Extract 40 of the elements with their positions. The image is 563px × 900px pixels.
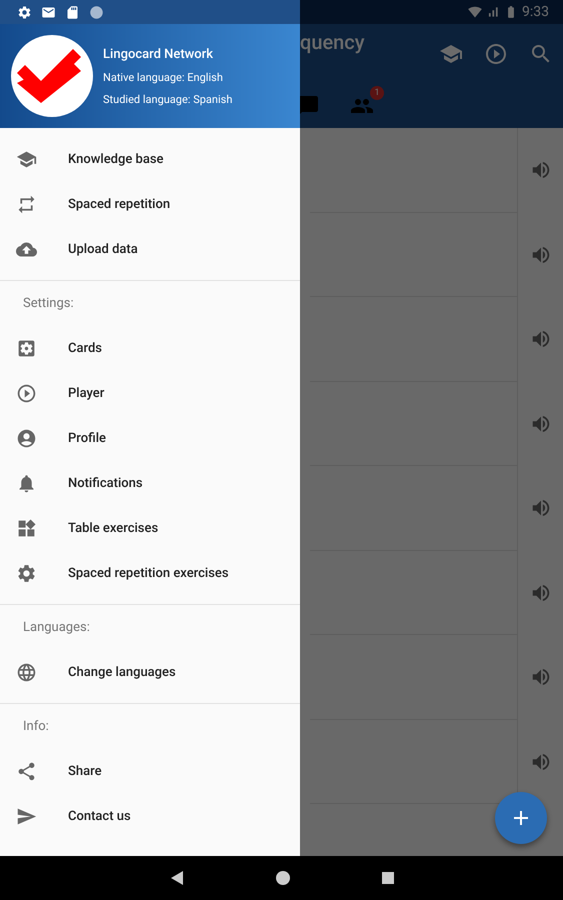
repeat-icon: [16, 194, 37, 215]
menu-item[interactable]: Share: [0, 749, 300, 794]
home-icon[interactable]: [276, 871, 290, 885]
menu-item[interactable]: Cards: [0, 326, 300, 371]
wifi-icon: [468, 5, 482, 19]
menu-item[interactable]: Spaced repetition: [0, 182, 300, 227]
recents-icon[interactable]: [382, 872, 394, 884]
widgets-icon: [16, 518, 37, 539]
menu-item[interactable]: Knowledge base: [0, 137, 300, 182]
menu-item[interactable]: Profile: [0, 416, 300, 461]
globe-icon: [16, 662, 37, 683]
circle-icon: [89, 4, 104, 20]
notification-badge: 1: [370, 86, 384, 100]
mail-icon: [41, 4, 56, 20]
sd-card-icon: [65, 4, 80, 20]
menu-item[interactable]: Upload data: [0, 227, 300, 272]
section-label: Settings:: [22, 295, 75, 313]
settings-icon: [17, 4, 32, 20]
menu-item[interactable]: Change languages: [0, 650, 300, 695]
signal-icon: [486, 5, 500, 19]
send-icon: [16, 806, 37, 827]
menu-item[interactable]: Notifications: [0, 461, 300, 506]
app-title: quency: [300, 30, 366, 54]
menu-item[interactable]: Contact us: [0, 794, 300, 839]
account-name: Lingocard Network: [103, 46, 214, 62]
section-label: Info:: [22, 718, 50, 736]
add-button[interactable]: [495, 792, 547, 844]
section-label: Languages:: [22, 619, 91, 637]
menu-item[interactable]: Spaced repetition exercises: [0, 551, 300, 596]
status-time: 9:33: [522, 4, 549, 20]
logo-icon: [11, 35, 93, 117]
native-language: Native language: English: [103, 70, 224, 84]
back-icon[interactable]: [170, 870, 184, 886]
graduation-cap-icon[interactable]: [438, 42, 462, 66]
menu-item[interactable]: Player: [0, 371, 300, 416]
settings-icon: [16, 563, 37, 584]
menu-item[interactable]: Table exercises: [0, 506, 300, 551]
studied-language: Studied language: Spanish: [103, 92, 232, 106]
share-icon: [16, 761, 37, 782]
graduation-cap-icon: [16, 149, 37, 170]
